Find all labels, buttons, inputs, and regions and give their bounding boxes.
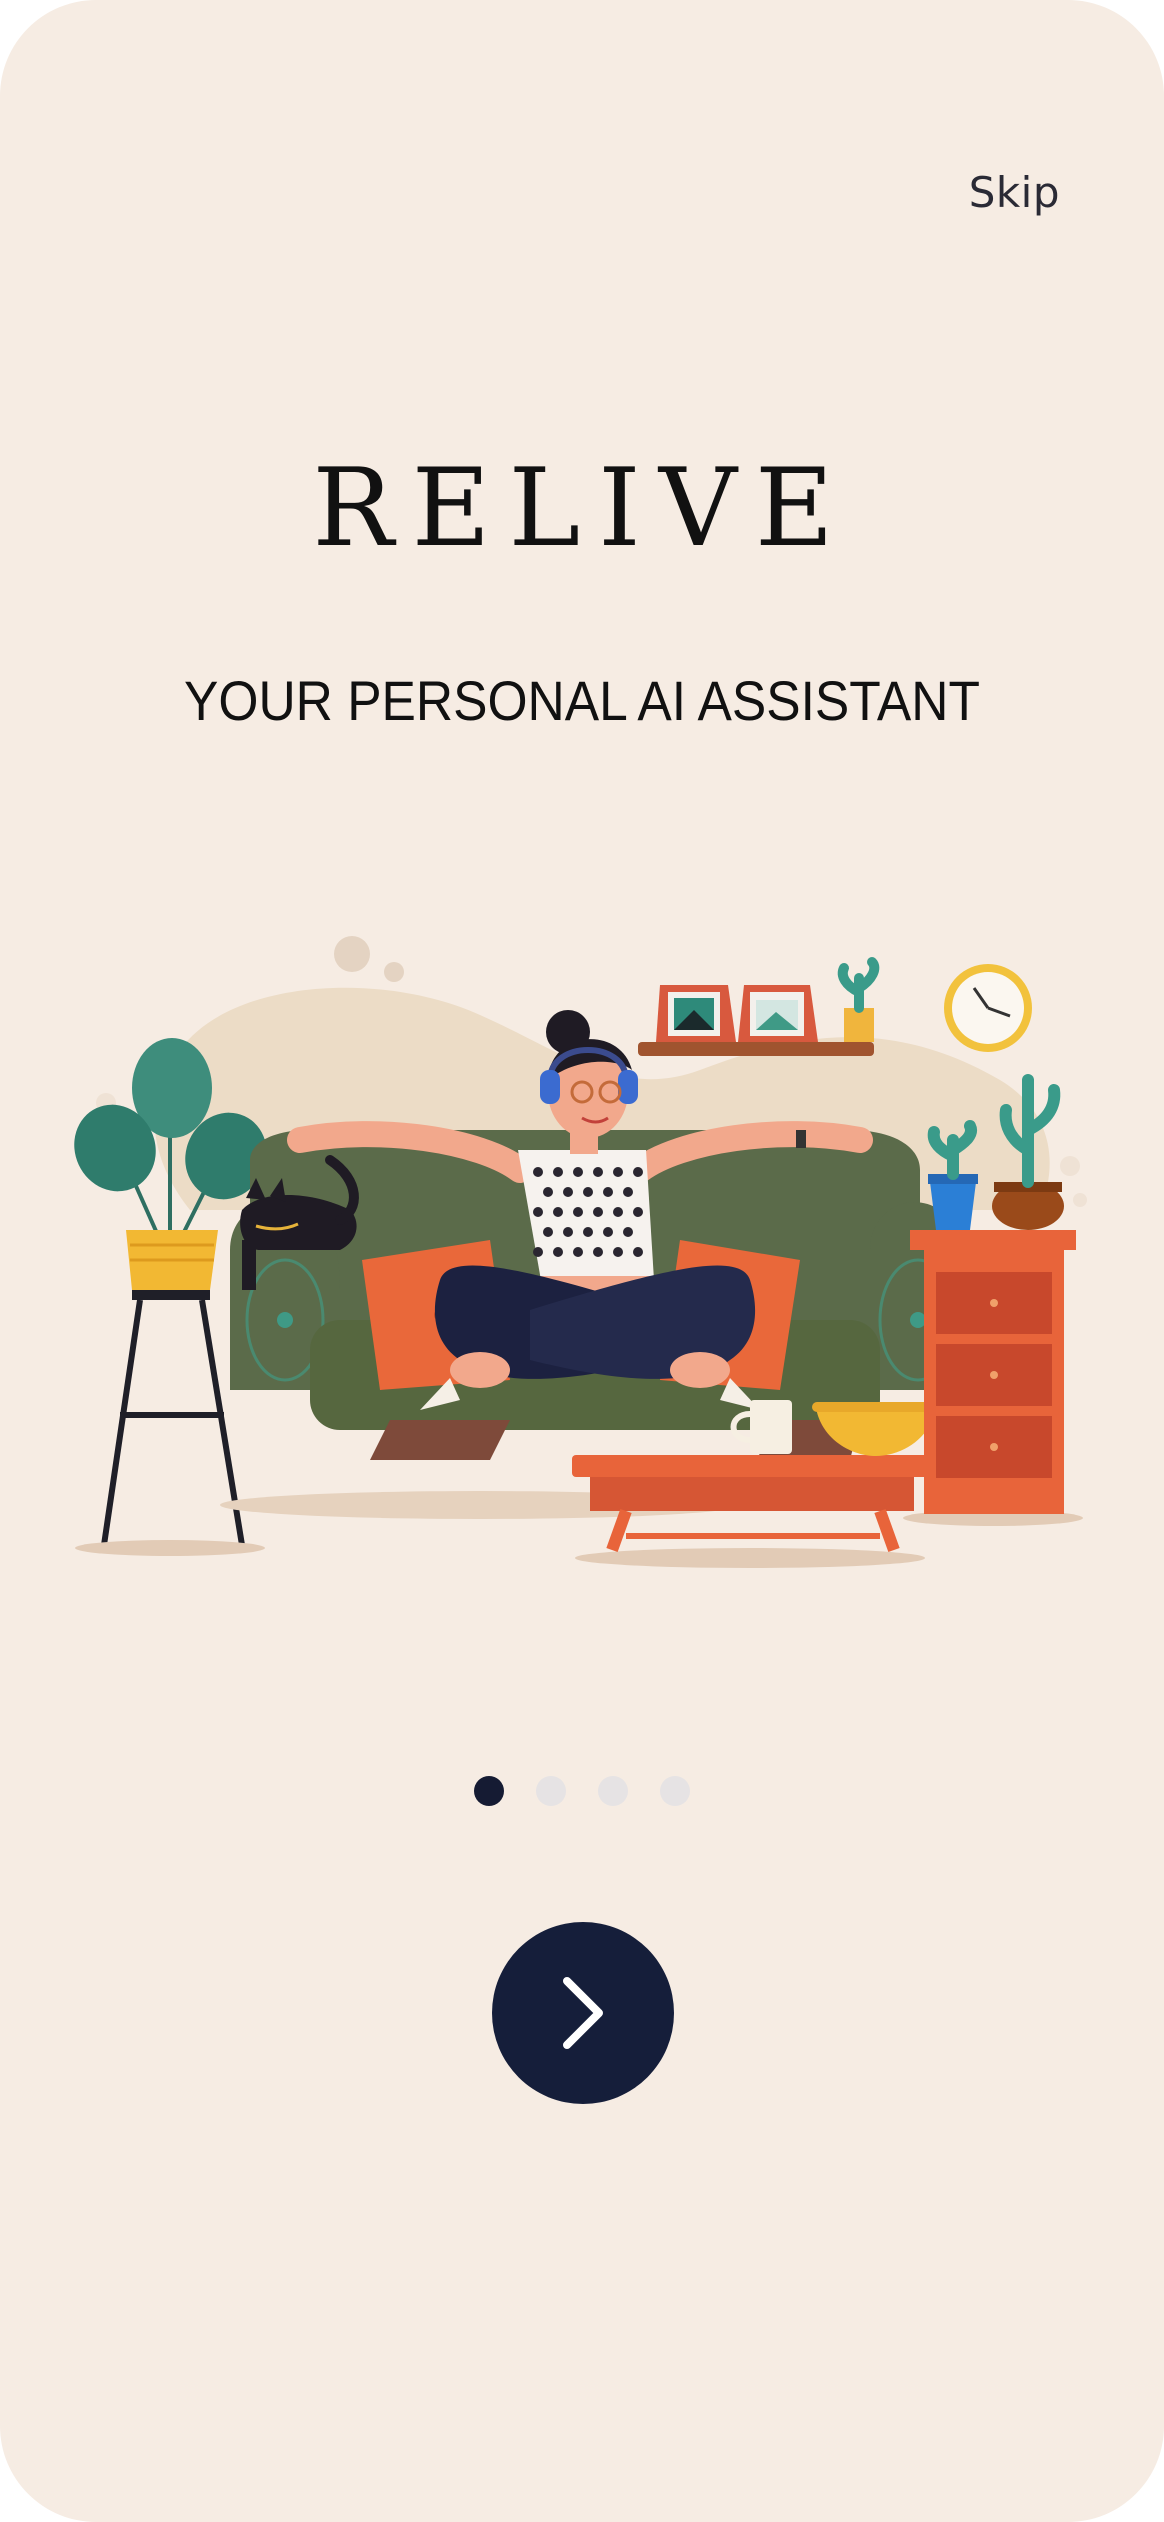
skip-button[interactable]: Skip [969,168,1060,217]
page-indicator [0,1776,1164,1806]
page-dot-4[interactable] [660,1776,690,1806]
chevron-right-icon [563,1977,603,2049]
tagline: YOUR PERSONAL AI ASSISTANT [184,669,980,732]
onboarding-screen: Skip RELIVE YOUR PERSONAL AI ASSISTANT [0,0,1164,2522]
living-room-illustration [74,936,1087,1568]
wall-clock [944,964,1032,1052]
page-dot-2[interactable] [536,1776,566,1806]
brand-title: RELIVE [312,446,852,571]
page-dot-3[interactable] [598,1776,628,1806]
page-dot-1[interactable] [474,1776,504,1806]
next-button[interactable] [492,1922,674,2104]
